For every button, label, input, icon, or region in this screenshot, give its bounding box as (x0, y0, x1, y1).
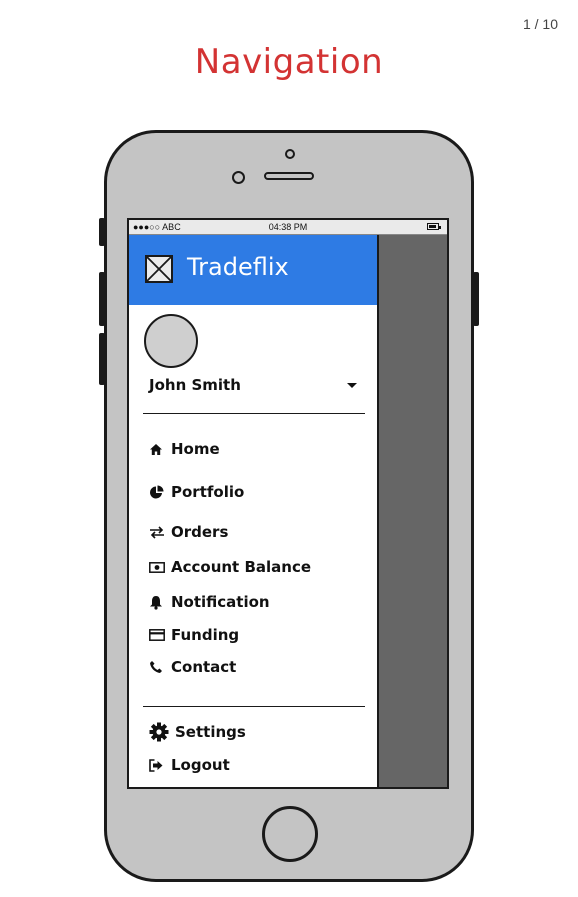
pie-chart-icon (149, 485, 167, 500)
phone-home-button[interactable] (262, 806, 318, 862)
phone-speaker (264, 172, 314, 180)
menu-item-portfolio[interactable]: Portfolio (149, 481, 244, 503)
gear-icon (149, 722, 171, 742)
phone-volume-up-button (99, 272, 105, 326)
logo-image-placeholder-icon (145, 255, 173, 283)
logout-icon (149, 758, 167, 772)
menu-item-account-balance[interactable]: Account Balance (149, 556, 311, 578)
phone-screen: ●●●○○ ABC 04:38 PM Tradeflix John Smith … (127, 218, 449, 789)
phone-volume-down-button (99, 333, 105, 385)
home-icon (149, 443, 167, 456)
phone-camera (232, 171, 245, 184)
menu-item-label: Orders (171, 523, 229, 541)
page-counter: 1 / 10 (522, 16, 558, 32)
menu-item-label: Funding (171, 626, 240, 644)
menu-item-label: Notification (171, 593, 270, 611)
phone-sensor (285, 149, 295, 159)
divider (143, 413, 365, 414)
status-bar: ●●●○○ ABC 04:38 PM (129, 220, 447, 235)
menu-item-label: Portfolio (171, 483, 245, 501)
menu-item-label: Account Balance (171, 558, 312, 576)
bell-icon (149, 595, 167, 610)
divider (143, 706, 365, 707)
money-icon (149, 561, 167, 573)
status-time: 04:38 PM (268, 222, 308, 232)
phone-icon (149, 660, 167, 674)
credit-card-icon (149, 629, 167, 641)
drawer-header: Tradeflix (129, 235, 377, 305)
page-title: Navigation (194, 42, 384, 82)
chevron-down-icon[interactable] (347, 383, 357, 388)
menu-item-label: Settings (175, 723, 246, 741)
menu-item-label: Contact (171, 658, 237, 676)
menu-item-notification[interactable]: Notification (149, 591, 270, 613)
phone-mute-switch (99, 218, 105, 246)
navigation-drawer: Tradeflix John Smith Home Portfolio Orde… (129, 235, 377, 787)
avatar[interactable] (144, 314, 198, 368)
menu-item-settings[interactable]: Settings (149, 721, 246, 743)
user-name[interactable]: John Smith (149, 376, 241, 394)
app-name: Tradeflix (187, 253, 289, 281)
menu-item-contact[interactable]: Contact (149, 656, 236, 678)
menu-item-orders[interactable]: Orders (149, 521, 228, 543)
menu-item-home[interactable]: Home (149, 438, 220, 460)
drawer-overlay[interactable] (377, 235, 447, 787)
menu-item-label: Logout (171, 756, 230, 774)
phone-power-button (473, 272, 479, 326)
exchange-arrows-icon (149, 525, 167, 539)
menu-item-logout[interactable]: Logout (149, 754, 230, 776)
menu-item-funding[interactable]: Funding (149, 624, 239, 646)
battery-icon (427, 223, 441, 230)
menu-item-label: Home (171, 440, 220, 458)
